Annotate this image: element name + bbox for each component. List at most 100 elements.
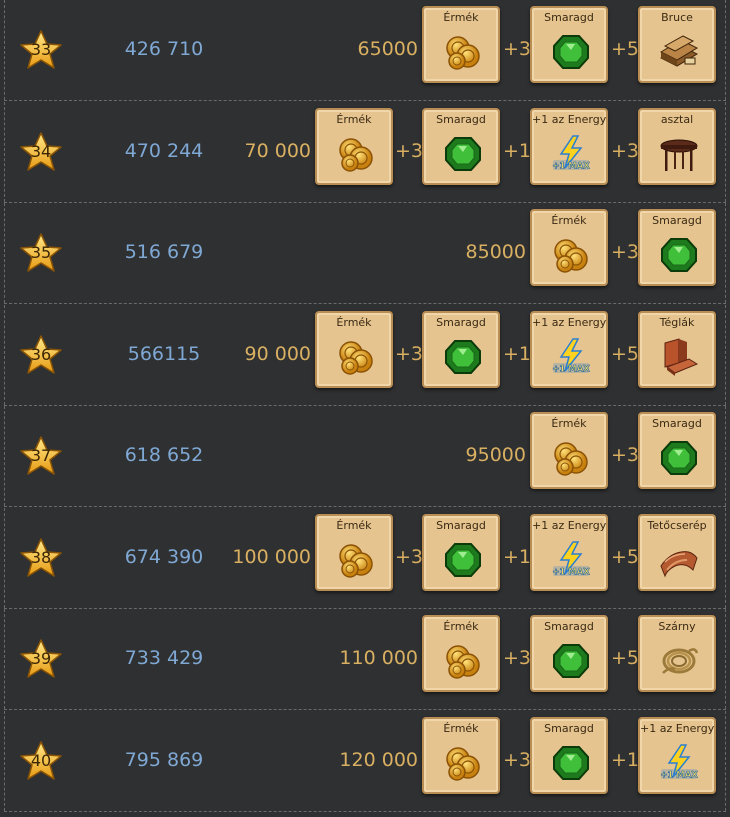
energy-max-icon: +1 MAX — [551, 540, 591, 580]
experience-required: 795 869 — [124, 748, 204, 771]
coins-icon — [443, 641, 483, 681]
reward-card[interactable]: Tetőcserép — [638, 513, 716, 591]
reward-card[interactable]: Smaragd — [638, 209, 716, 286]
reward-card[interactable]: Smaragd — [530, 6, 608, 83]
reward-title: +1 az Energy-nek — [532, 518, 607, 532]
reward-card[interactable]: Smaragd — [530, 615, 608, 692]
energy-badge-text: +1 MAX — [552, 567, 590, 577]
bricks-icon — [659, 337, 699, 377]
reward-bonus-amount: +5 — [611, 342, 640, 365]
coins-icon — [551, 235, 591, 275]
level-star-badge: 34 — [20, 131, 62, 172]
reward-bonus-amount: +3 — [395, 139, 424, 162]
level-row: 33 426 710 Érmék +3 Smaragd +5 Bruce 65000 — [4, 0, 726, 101]
reward-title: asztal — [660, 112, 694, 126]
coin-reward-amount: 110 000 — [339, 647, 418, 669]
coin-reward-amount: 85000 — [465, 241, 526, 263]
reward-card[interactable]: +1 az Energy-nek +1 MAX — [638, 716, 716, 794]
emerald-icon — [551, 32, 591, 72]
reward-card[interactable]: Érmék — [530, 412, 608, 489]
emerald-icon — [659, 438, 699, 478]
level-number: 40 — [30, 750, 52, 770]
level-row: 38674 390Érmék +3Smaragd +1+1 az Energy-… — [4, 507, 726, 609]
level-number: 38 — [30, 547, 52, 567]
experience-required: 618 652 — [124, 444, 204, 466]
reward-title: Smaragd — [544, 721, 594, 735]
reward-bonus-amount: +1 — [503, 342, 532, 365]
reward-card[interactable]: Bruce — [638, 6, 716, 83]
experience-required: 426 710 — [124, 38, 204, 60]
coin-reward-amount: 120 000 — [339, 748, 418, 771]
coin-reward-amount: 100 000 — [232, 545, 311, 568]
reward-title: +1 az Energy-nek — [532, 315, 607, 329]
reward-card[interactable]: Smaragd — [422, 310, 500, 388]
level-number: 37 — [30, 446, 52, 465]
coin-reward-amount: 65000 — [357, 38, 418, 60]
reward-bonus-amount: +3 — [611, 444, 640, 466]
level-number: 35 — [30, 243, 52, 262]
reward-title: Érmék — [551, 417, 587, 430]
reward-bonus-amount: +3 — [503, 647, 532, 669]
reward-card[interactable]: +1 az Energy-nek +1 MAX — [530, 107, 608, 185]
experience-required: 733 429 — [124, 647, 204, 669]
reward-card[interactable]: Érmék — [315, 310, 393, 388]
rope-icon — [659, 641, 699, 681]
energy-badge-text: +1 MAX — [660, 770, 698, 780]
coins-icon — [443, 32, 483, 72]
emerald-icon — [443, 134, 483, 174]
reward-title: Téglák — [659, 315, 695, 329]
level-star-badge: 37 — [20, 436, 62, 476]
reward-card[interactable]: +1 az Energy-nek +1 MAX — [530, 513, 608, 591]
reward-card[interactable]: Érmék — [422, 615, 500, 692]
table-icon — [659, 134, 699, 174]
reward-card[interactable]: Smaragd — [422, 107, 500, 185]
reward-card[interactable]: Smaragd — [638, 412, 716, 489]
reward-card[interactable]: Téglák — [638, 310, 716, 388]
coin-reward-amount: 70 000 — [244, 139, 311, 162]
level-number: 34 — [30, 141, 52, 161]
reward-bonus-amount: +3 — [395, 545, 424, 568]
reward-title: Smaragd — [652, 214, 702, 227]
emerald-icon — [443, 540, 483, 580]
reward-card[interactable]: Szárny — [638, 615, 716, 692]
level-number: 39 — [30, 649, 52, 668]
emerald-icon — [551, 641, 591, 681]
level-star-badge: 40 — [20, 740, 62, 781]
reward-card[interactable]: Smaragd — [422, 513, 500, 591]
reward-bonus-amount: +1 — [611, 748, 640, 771]
reward-title: Szárny — [658, 620, 696, 633]
reward-title: Érmék — [336, 518, 372, 532]
reward-card[interactable]: asztal — [638, 107, 716, 185]
reward-title: Bruce — [661, 11, 693, 24]
level-star-badge: 35 — [20, 233, 62, 273]
level-row: 36566115Érmék +3Smaragd +1+1 az Energy-n… — [4, 304, 726, 406]
reward-bonus-amount: +3 — [611, 241, 640, 263]
emerald-icon — [551, 743, 591, 783]
reward-card[interactable]: Érmék — [422, 716, 500, 794]
level-rewards-table: 33 426 710 Érmék +3 Smaragd +5 Bruce 65000 3… — [0, 0, 730, 817]
reward-card[interactable]: Érmék — [530, 209, 608, 286]
emerald-icon — [659, 235, 699, 275]
reward-title: Smaragd — [652, 417, 702, 430]
planks-icon — [659, 32, 699, 72]
reward-bonus-amount: +5 — [611, 647, 640, 669]
reward-title: Tetőcserép — [647, 518, 707, 532]
reward-title: Smaragd — [436, 315, 486, 329]
energy-max-icon: +1 MAX — [551, 337, 591, 377]
reward-card[interactable]: Érmék — [315, 513, 393, 591]
reward-card[interactable]: Smaragd — [530, 716, 608, 794]
reward-bonus-amount: +3 — [395, 342, 424, 365]
reward-title: Érmék — [443, 11, 479, 24]
level-number: 36 — [30, 344, 52, 364]
reward-title: +1 az Energy-nek — [532, 112, 607, 126]
level-row: 39 733 429 Érmék +3 Smaragd +5 Szárny 110 00… — [4, 609, 726, 710]
roof-tiles-icon — [659, 540, 699, 580]
coin-reward-amount: 95000 — [465, 444, 526, 466]
reward-bonus-amount: +3 — [503, 748, 532, 771]
level-row: 34470 244Érmék +3Smaragd +1+1 az Energy-… — [4, 101, 726, 203]
reward-card[interactable]: Érmék — [422, 6, 500, 83]
reward-card[interactable]: Érmék — [315, 107, 393, 185]
reward-title: Smaragd — [436, 518, 486, 532]
reward-card[interactable]: +1 az Energy-nek +1 MAX — [530, 310, 608, 388]
level-star-badge: 33 — [20, 30, 62, 70]
